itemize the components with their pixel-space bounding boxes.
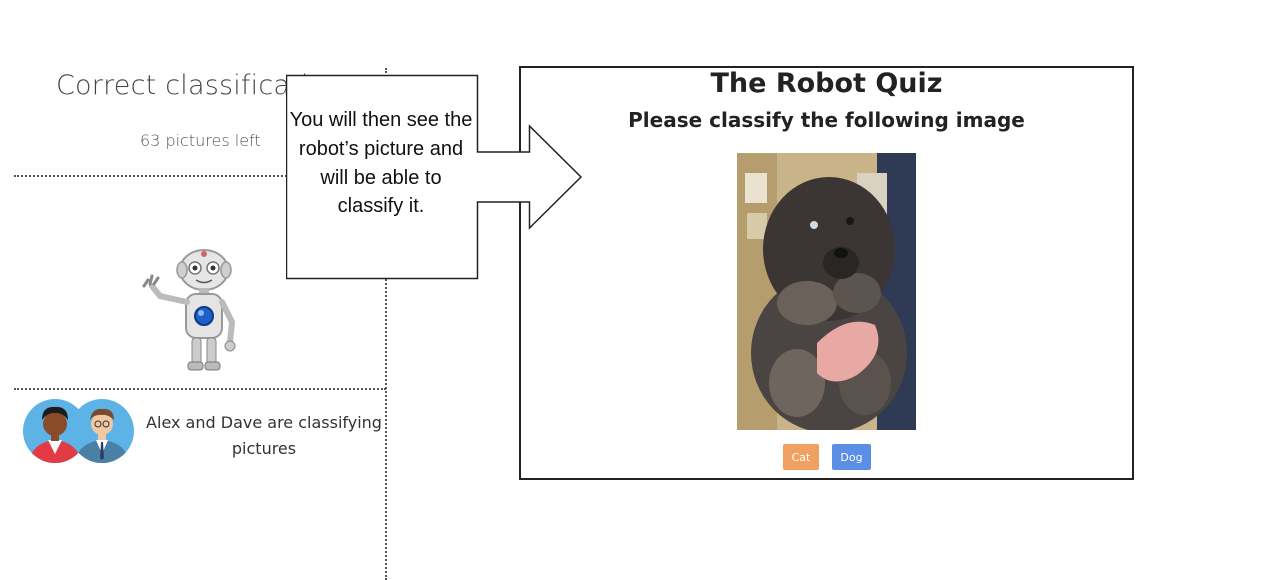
divider-bottom [14, 388, 386, 390]
quiz-title: The Robot Quiz [710, 68, 943, 99]
quiz-subtitle: Please classify the following image [628, 108, 1025, 132]
cat-button[interactable]: Cat [783, 444, 819, 470]
player-avatars [22, 398, 136, 464]
robot-icon [138, 248, 242, 374]
dog-button[interactable]: Dog [832, 444, 871, 470]
pictures-left-counter: 63 pictures left [140, 131, 261, 150]
players-status-text: Alex and Dave are classifying pictures [146, 413, 382, 458]
callout-text: You will then see the robot’s picture an… [289, 109, 473, 218]
dog-photo [737, 153, 916, 433]
dave-avatar-icon [70, 399, 134, 463]
